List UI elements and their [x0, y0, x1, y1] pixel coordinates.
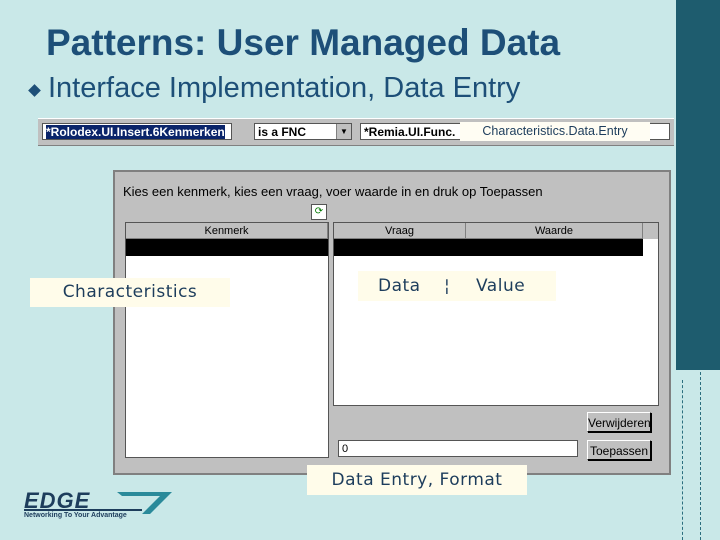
callout-characteristics: Characteristics: [30, 278, 230, 307]
decorative-dash-line: [700, 372, 701, 540]
callout-entry-format: Data Entry, Format: [307, 465, 527, 495]
callout-data: Data: [378, 276, 421, 296]
chevron-down-icon[interactable]: ▼: [336, 124, 351, 139]
bullet-icon: [28, 84, 41, 97]
delete-button[interactable]: Verwijderen: [587, 412, 651, 432]
logo-tagline: Networking To Your Advantage: [24, 512, 127, 519]
column-header-waarde[interactable]: Waarde: [466, 223, 643, 239]
apply-button[interactable]: Toepassen: [587, 440, 651, 460]
edge-logo: EDGE Networking To Your Advantage: [22, 488, 172, 528]
refresh-icon[interactable]: ⟳: [311, 204, 327, 220]
decorative-dash-line: [682, 380, 683, 540]
logo-text: EDGE: [24, 488, 91, 513]
slide-title: Patterns: User Managed Data: [46, 22, 561, 63]
delete-button-label: Verwijderen: [588, 416, 651, 430]
vraag-waarde-list[interactable]: Vraag Waarde: [333, 222, 659, 406]
relation-combo-value: is a FNC: [258, 125, 307, 139]
scrollbar-corner: [643, 223, 658, 239]
relation-combo[interactable]: is a FNC ▼: [254, 123, 352, 140]
value-input[interactable]: 0: [338, 440, 578, 457]
object-field-remia-text: *Remia.UI.Func.: [364, 125, 456, 139]
object-field-rolodex-text: *Rolodex.UI.Insert.6Kenmerken: [46, 125, 225, 139]
selected-row[interactable]: [334, 239, 643, 256]
object-field-rolodex[interactable]: *Rolodex.UI.Insert.6Kenmerken: [42, 123, 232, 140]
dialog-instruction: Kies een kenmerk, kies een vraag, voer w…: [123, 184, 543, 199]
callout-data-value: Data ¦ Value: [358, 271, 556, 301]
apply-button-label: Toepassen: [589, 444, 649, 458]
right-accent-bar-light: [670, 370, 720, 540]
callout-value: Value: [476, 276, 526, 296]
slide-subtitle: Interface Implementation, Data Entry: [48, 72, 521, 104]
data-entry-dialog: Kies een kenmerk, kies een vraag, voer w…: [113, 170, 671, 475]
column-header-kenmerk[interactable]: Kenmerk: [126, 223, 328, 239]
column-header-vraag[interactable]: Vraag: [334, 223, 466, 239]
callout-toolbar: Characteristics.Data.Entry: [460, 122, 650, 141]
kenmerk-list[interactable]: Kenmerk: [125, 222, 329, 458]
callout-separator: ¦: [444, 276, 451, 296]
selected-row[interactable]: [126, 239, 328, 256]
